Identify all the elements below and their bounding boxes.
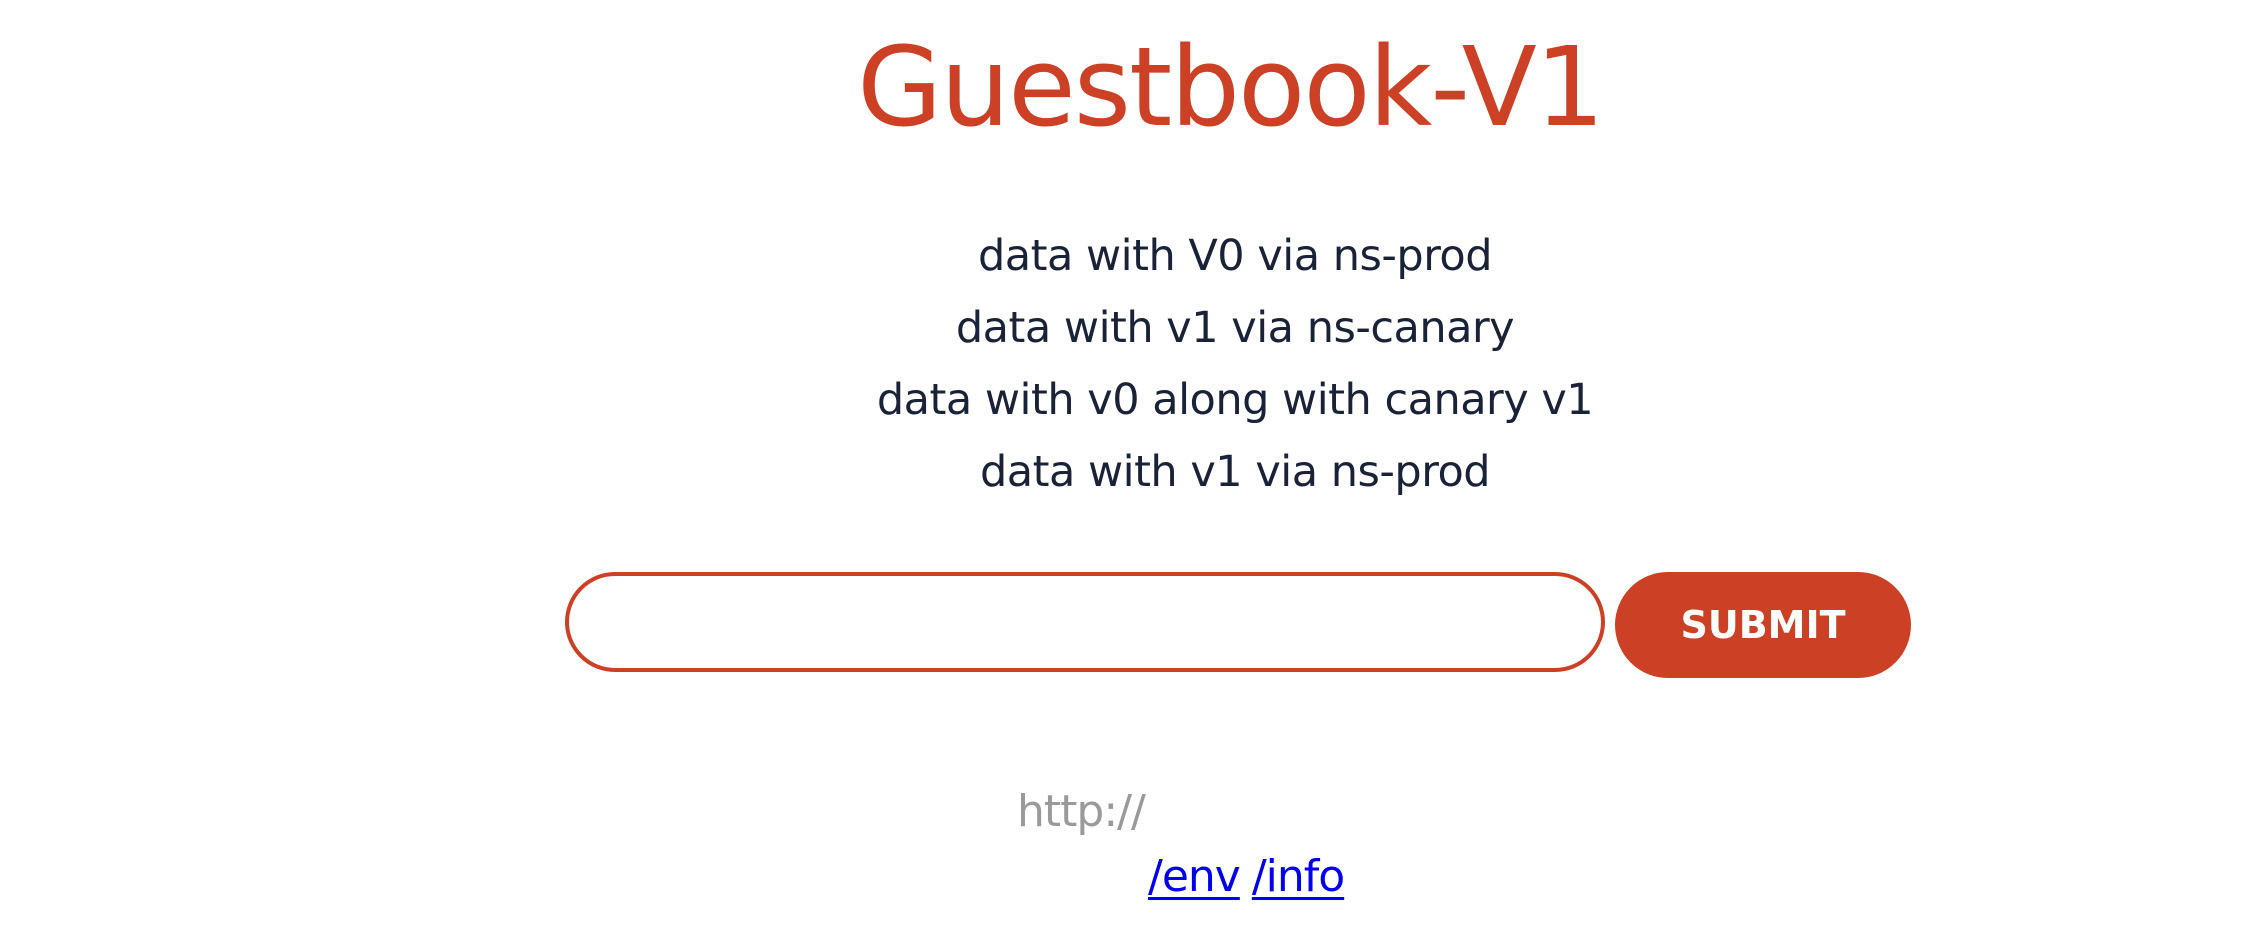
submit-button[interactable]: SUBMIT [1615, 572, 1911, 678]
guestbook-entry: data with v0 along with canary v1 [876, 375, 1594, 425]
host-address: http:// [1017, 786, 1146, 837]
entry-input[interactable] [565, 572, 1605, 672]
guestbook-entry: data with v1 via ns-prod [979, 447, 1491, 497]
env-link[interactable]: /env [1148, 851, 1241, 902]
guestbook-entry: data with v1 via ns-canary [955, 303, 1515, 353]
info-link[interactable]: /info [1252, 851, 1345, 902]
guestbook-entries: data with V0 via ns-prod data with v1 vi… [0, 220, 2268, 508]
footer-links: /env/info [1148, 847, 1345, 907]
page-title: Guestbook-V1 [857, 23, 1605, 151]
guestbook-entry: data with V0 via ns-prod [977, 231, 1493, 281]
guestbook-page: Guestbook-V1 data with V0 via ns-prod da… [0, 0, 2268, 936]
guestbook-form: SUBMIT [565, 572, 1911, 678]
